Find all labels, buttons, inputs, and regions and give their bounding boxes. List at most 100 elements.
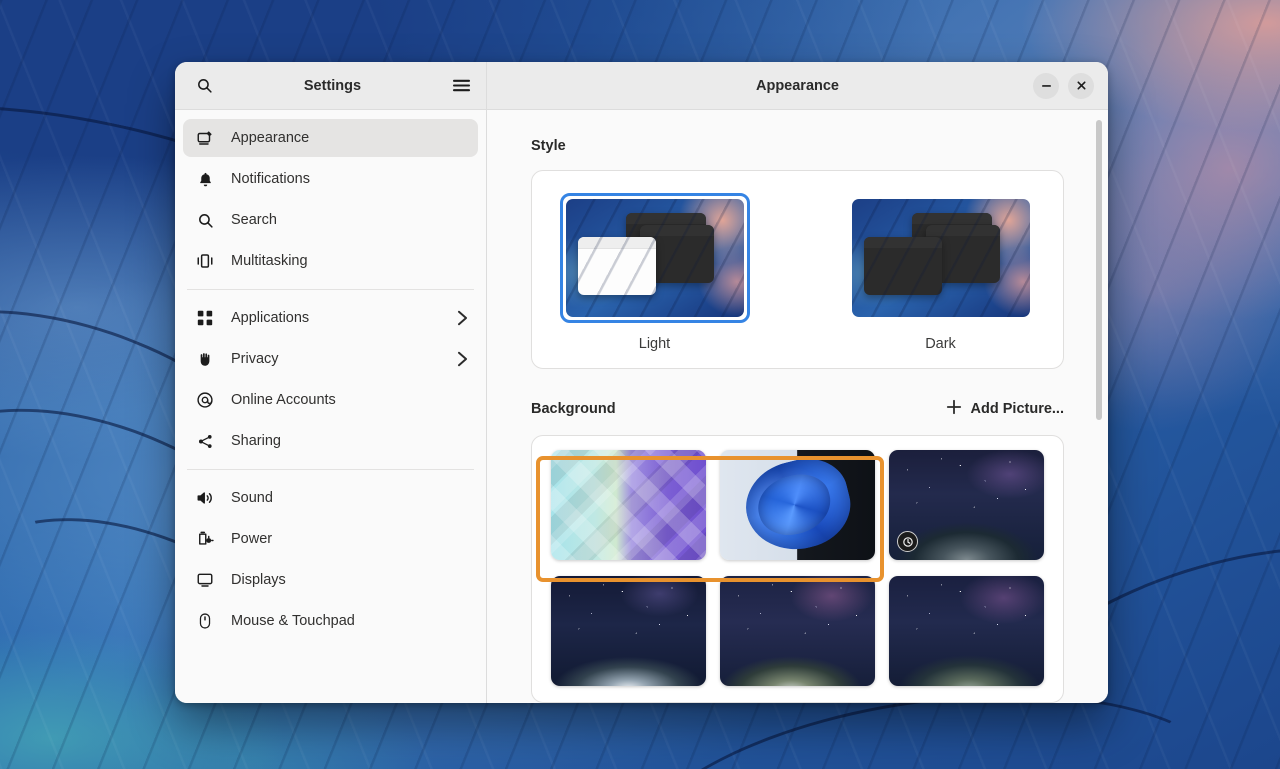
grid-apps-icon [195, 308, 215, 328]
sidebar-item-appearance[interactable]: Appearance [183, 119, 478, 157]
wallpaper-thumb[interactable] [720, 576, 875, 686]
wallpaper-cell-earth-from-space-night [889, 450, 1044, 560]
background-heading: Background [531, 401, 616, 417]
sidebar-item-power[interactable]: Power [183, 520, 478, 558]
style-section-header: Style [531, 138, 1064, 154]
style-card: Light Dark [531, 170, 1064, 369]
search-icon [195, 210, 215, 230]
stars-overlay [720, 576, 875, 686]
sidebar-item-label: Online Accounts [231, 392, 336, 408]
preview-window-mid [639, 225, 714, 283]
clock-icon [897, 531, 918, 552]
ribbon-shape [736, 450, 859, 560]
wallpaper-thumb[interactable] [889, 576, 1044, 686]
chevron-right-icon [457, 310, 468, 326]
sidebar-item-displays[interactable]: Displays [183, 561, 478, 599]
sidebar-item-multitasking[interactable]: Multitasking [183, 242, 478, 280]
preview-window-titlebar [925, 225, 1000, 236]
wallpaper-grid [548, 450, 1047, 686]
style-dark-preview [851, 199, 1030, 317]
content-scrollbar[interactable] [1096, 120, 1102, 420]
speaker-icon [195, 488, 215, 508]
preview-window-titlebar [863, 237, 942, 248]
sidebar-item-mouse-touchpad[interactable]: Mouse & Touchpad [183, 602, 478, 640]
wallpaper-cell-geometric-pastel-purple [551, 450, 706, 560]
settings-sidebar: Appearance Notifications Search Multitas… [175, 110, 487, 703]
sidebar-item-privacy[interactable]: Privacy [183, 340, 478, 378]
mouse-icon [195, 611, 215, 631]
sidebar-item-label: Displays [231, 572, 286, 588]
background-card [531, 435, 1064, 703]
preview-window-titlebar [639, 225, 714, 236]
add-picture-button[interactable]: Add Picture... [946, 399, 1064, 419]
battery-plug-icon [195, 529, 215, 549]
sidebar-item-label: Sharing [231, 433, 281, 449]
sidebar-item-label: Search [231, 212, 277, 228]
sidebar-item-online-accounts[interactable]: Online Accounts [183, 381, 478, 419]
sidebar-item-label: Applications [231, 310, 310, 326]
multitasking-icon [195, 251, 215, 271]
preview-window-back [911, 213, 992, 249]
sidebar-divider [187, 469, 474, 470]
preview-window-front [863, 237, 942, 295]
style-heading: Style [531, 138, 566, 154]
chevron-right-icon [457, 351, 468, 367]
plus-icon [946, 399, 962, 419]
sidebar-item-label: Sound [231, 490, 273, 506]
style-option-light[interactable]: Light [559, 193, 750, 352]
sidebar-item-label: Appearance [231, 130, 310, 146]
sidebar-divider [187, 289, 474, 290]
hamburger-menu-icon[interactable] [446, 71, 476, 101]
settings-content-pane: Style Light Dark Background Add Picture.… [487, 110, 1108, 703]
stars-overlay [551, 576, 706, 686]
wallpaper-cell-blue-ribbon-light-dark [720, 450, 875, 560]
sidebar-item-label: Notifications [231, 171, 310, 187]
style-option-dark[interactable]: Dark [846, 193, 1036, 352]
sidebar-header: Settings [175, 62, 487, 109]
preview-window-titlebar [577, 237, 656, 249]
preview-window-titlebar [911, 213, 992, 224]
window-titlebar: Settings Appearance [175, 62, 1108, 110]
style-light-thumb-frame [559, 193, 750, 323]
content-header: Appearance [487, 62, 1108, 109]
close-button[interactable] [1068, 72, 1094, 99]
sidebar-item-applications[interactable]: Applications [183, 299, 478, 337]
minimize-button[interactable] [1033, 72, 1059, 99]
style-option-label: Dark [925, 336, 956, 352]
wallpaper-thumb[interactable] [720, 450, 875, 560]
hand-privacy-icon [195, 349, 215, 369]
wallpaper-cell-earth-from-space-blue [551, 576, 706, 686]
sidebar-item-label: Mouse & Touchpad [231, 613, 355, 629]
wallpaper-thumb[interactable] [551, 576, 706, 686]
wallpaper-cell-earth-from-space-teal [889, 576, 1044, 686]
sidebar-item-label: Privacy [231, 351, 279, 367]
sidebar-item-notifications[interactable]: Notifications [183, 160, 478, 198]
wallpaper-cell-earth-from-space-green [720, 576, 875, 686]
sidebar-item-label: Multitasking [231, 253, 308, 269]
stars-overlay [889, 576, 1044, 686]
search-icon[interactable] [189, 71, 219, 101]
sidebar-item-sharing[interactable]: Sharing [183, 422, 478, 460]
preview-window-mid [925, 225, 1000, 283]
appearance-icon [195, 128, 215, 148]
sidebar-item-search[interactable]: Search [183, 201, 478, 239]
sidebar-item-label: Power [231, 531, 273, 547]
preview-window-front [577, 237, 656, 295]
monitor-icon [195, 570, 215, 590]
share-nodes-icon [195, 431, 215, 451]
settings-window: Settings Appearance Appearance Notificat… [175, 62, 1108, 703]
wallpaper-thumb[interactable] [551, 450, 706, 560]
window-controls [1033, 72, 1094, 99]
style-dark-thumb-frame [846, 193, 1036, 323]
style-light-preview [565, 199, 744, 317]
style-option-label: Light [638, 336, 671, 352]
wallpaper-thumb[interactable] [889, 450, 1044, 560]
background-section-header: Background Add Picture... [531, 399, 1064, 419]
page-title: Appearance [755, 77, 839, 94]
preview-window-titlebar [625, 213, 706, 224]
bell-icon [195, 169, 215, 189]
add-picture-label: Add Picture... [970, 401, 1064, 417]
desktop-wallpaper: Settings Appearance Appearance Notificat… [0, 0, 1280, 769]
at-sign-icon [195, 390, 215, 410]
sidebar-item-sound[interactable]: Sound [183, 479, 478, 517]
